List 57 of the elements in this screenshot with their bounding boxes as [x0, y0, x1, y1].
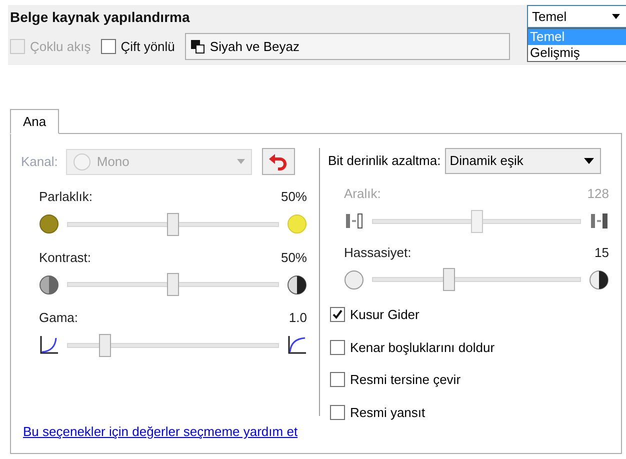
overlapping-squares-icon — [190, 38, 206, 54]
bit-depth-dropdown[interactable]: Dinamik eşik — [444, 148, 601, 174]
slider-value: 1.0 — [288, 309, 307, 327]
slider-thumb[interactable] — [167, 273, 179, 296]
channel-label: Kanal: — [21, 152, 58, 171]
slider-thumb[interactable] — [442, 268, 455, 291]
slider-thumb[interactable] — [167, 212, 179, 236]
slider-label: Aralık: — [344, 185, 381, 203]
slider-label: Hassasiyet: — [344, 244, 412, 262]
slider-value: 15 — [594, 244, 609, 262]
half-circle-icon — [287, 274, 307, 294]
checkbox-label: Resmi yansıt — [350, 404, 426, 422]
profile-button[interactable]: Siyah ve Beyaz — [184, 33, 510, 60]
checkbox-label: Çoklu akış — [30, 38, 91, 56]
slider[interactable] — [67, 273, 279, 296]
checkbox[interactable] — [330, 340, 345, 355]
checkbox[interactable] — [330, 404, 345, 420]
circle-icon — [72, 152, 91, 170]
checkbox[interactable] — [330, 307, 345, 322]
slider-value: 128 — [587, 185, 609, 203]
slider[interactable] — [67, 212, 279, 236]
slider[interactable] — [67, 334, 279, 356]
mode-dropdown[interactable]: Temel — [527, 5, 626, 28]
tab[interactable]: Ana — [10, 109, 60, 134]
reset-button[interactable] — [262, 148, 295, 175]
circle-icon — [287, 214, 307, 234]
bars-icon — [589, 211, 609, 231]
checkbox-label: Kusur Gider — [350, 306, 420, 324]
caret-icon — [584, 158, 594, 164]
bit-depth-label: Bit derinlik azaltma: — [328, 152, 441, 170]
curve-icon — [39, 335, 59, 355]
dropdown-option[interactable]: Gelişmiş — [528, 45, 626, 61]
circle-icon — [39, 214, 59, 234]
bars-icon — [344, 211, 364, 231]
checkbox[interactable] — [330, 372, 345, 388]
slider-thumb[interactable] — [98, 334, 111, 356]
caret-icon — [612, 14, 620, 19]
half-circle-icon — [589, 270, 609, 290]
caret-icon — [236, 159, 245, 164]
checkbox-label: Çift yönlü — [120, 38, 175, 56]
checkbox-label: Kenar boşluklarını doldur — [350, 338, 495, 357]
slider[interactable] — [372, 210, 581, 232]
slider[interactable] — [372, 268, 581, 291]
slider-label: Parlaklık: — [39, 188, 92, 206]
slider-label: Kontrast: — [39, 248, 92, 266]
slider-label: Gama: — [39, 309, 78, 327]
curve-icon — [287, 335, 307, 355]
checkbox-label: Resmi tersine çevir — [350, 371, 461, 389]
slider-value: 50% — [280, 248, 307, 266]
undo-arrow-icon — [268, 152, 288, 170]
help-link[interactable]: Bu seçenekler için değerler seçmeme yardım et — [23, 422, 298, 442]
checkbox[interactable] — [100, 39, 116, 54]
checkmark-icon — [332, 309, 343, 320]
window-title: Belge kaynak yapılandırma — [10, 8, 190, 27]
slider-value: 50% — [280, 188, 307, 206]
circle-icon — [344, 270, 364, 290]
half-circle-icon — [39, 274, 59, 294]
